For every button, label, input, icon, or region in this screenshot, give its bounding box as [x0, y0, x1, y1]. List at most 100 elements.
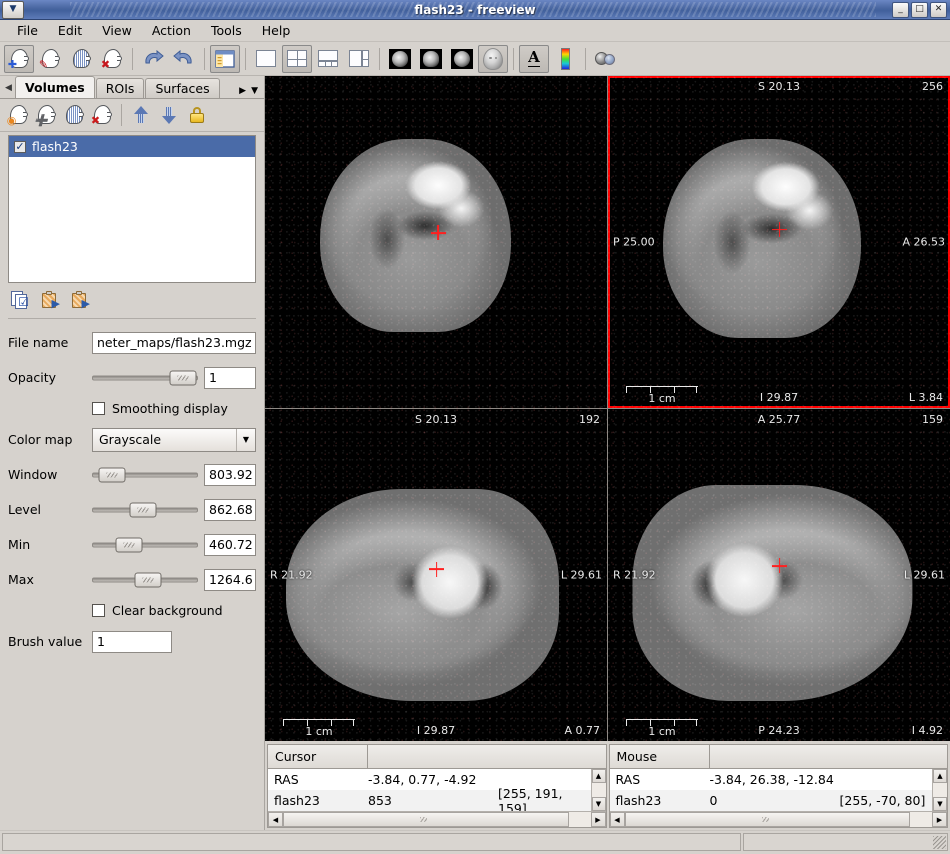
menu-edit[interactable]: Edit	[48, 21, 92, 40]
scroll-up-icon[interactable]: ▲	[933, 769, 947, 783]
redo-button[interactable]	[169, 45, 199, 73]
brush-value-input[interactable]: 1	[92, 631, 172, 653]
scroll-down-icon[interactable]: ▼	[933, 797, 947, 811]
layout-1x3-button[interactable]	[313, 45, 343, 73]
roi-edit-tool-button[interactable]: ✖	[97, 45, 127, 73]
tab-surfaces[interactable]: Surfaces	[145, 78, 219, 98]
view-3d-button[interactable]	[478, 45, 508, 73]
scroll-track[interactable]	[625, 812, 933, 827]
maximize-button[interactable]: □	[911, 2, 928, 18]
clear-background-row[interactable]: Clear background	[8, 597, 256, 624]
resize-grip-icon[interactable]	[933, 836, 946, 849]
scroll-down-icon[interactable]: ▼	[592, 797, 606, 811]
scroll-right-icon[interactable]: ▶	[591, 812, 606, 827]
mouse-info-vscrollbar[interactable]: ▲ ▼	[932, 769, 947, 811]
view-coronal-top-left[interactable]	[265, 76, 607, 408]
level-slider[interactable]	[92, 500, 198, 520]
menu-action[interactable]: Action	[142, 21, 201, 40]
status-secondary	[743, 833, 948, 851]
undo-button[interactable]	[138, 45, 168, 73]
recon-edit-tool-button[interactable]	[66, 45, 96, 73]
paste-button[interactable]: ▶	[68, 288, 92, 312]
chevron-right-icon[interactable]: ▶	[239, 86, 246, 96]
scroll-left-icon[interactable]: ◀	[268, 812, 283, 827]
min-slider[interactable]	[92, 535, 198, 555]
max-row: Max 1264.6	[8, 562, 256, 597]
close-volume-button[interactable]: ✖	[89, 102, 115, 128]
move-layer-down-button[interactable]	[156, 102, 182, 128]
layer-list[interactable]: ✓ flash23	[8, 135, 256, 283]
select-all-button[interactable]: ☑	[8, 288, 32, 312]
layout-2x2-button[interactable]	[282, 45, 312, 73]
opacity-slider[interactable]	[92, 368, 198, 388]
scroll-track[interactable]	[283, 812, 591, 827]
min-slider-thumb[interactable]	[116, 537, 143, 552]
window-value-input[interactable]: 803.92	[204, 464, 256, 486]
mouse-info-panel: Mouse RAS -3.84, 26.38, -12.84 flash23	[609, 744, 949, 828]
table-row[interactable]: RAS -3.84, 26.38, -12.84	[610, 769, 933, 790]
clear-background-checkbox[interactable]	[92, 604, 105, 617]
new-volume-button[interactable]: ➕	[33, 102, 59, 128]
cursor-info-vscrollbar[interactable]: ▲ ▼	[591, 769, 606, 811]
level-slider-thumb[interactable]	[129, 502, 156, 517]
max-slider-thumb[interactable]	[135, 572, 162, 587]
scroll-track[interactable]	[933, 783, 947, 797]
tab-rois[interactable]: ROIs	[96, 78, 145, 98]
navigate-tool-button[interactable]: ✚	[4, 45, 34, 73]
view-coronal-top-right[interactable]: S 20.13 256 P 25.00 A 26.53 I 29.87 L 3.…	[608, 76, 950, 408]
tab-volumes-label: Volumes	[25, 80, 85, 95]
scroll-thumb[interactable]	[625, 812, 911, 827]
window-menu-icon[interactable]: ▼	[2, 1, 24, 19]
layout-1x1-button[interactable]	[251, 45, 281, 73]
file-name-input[interactable]: neter_maps/flash23.mgz	[92, 332, 256, 354]
menu-help[interactable]: Help	[252, 21, 301, 40]
layer-visibility-checkbox[interactable]: ✓	[14, 141, 26, 153]
window-slider-thumb[interactable]	[99, 467, 126, 482]
lock-layer-button[interactable]	[184, 102, 210, 128]
scroll-up-icon[interactable]: ▲	[592, 769, 606, 783]
screenshot-button[interactable]	[591, 45, 621, 73]
max-slider[interactable]	[92, 570, 198, 590]
mouse-info-hscrollbar[interactable]: ◀ ▶	[610, 811, 948, 827]
window-slider[interactable]	[92, 465, 198, 485]
chevron-left-icon[interactable]: ◀	[2, 78, 15, 98]
table-row[interactable]: flash23 853 [255, 191, 159]	[268, 790, 591, 811]
layout-1x3h-button[interactable]	[344, 45, 374, 73]
table-row[interactable]: flash23 0 [255, -70, 80]	[610, 790, 933, 811]
scroll-right-icon[interactable]: ▶	[932, 812, 947, 827]
opacity-slider-thumb[interactable]	[170, 370, 197, 385]
smoothing-checkbox[interactable]	[92, 402, 105, 415]
view-axial-button[interactable]	[447, 45, 477, 73]
colormap-select[interactable]: Grayscale ▼	[92, 428, 256, 452]
load-volume-button[interactable]: ◉	[5, 102, 31, 128]
view-sagittal-bottom-left[interactable]: S 20.13 192 R 21.92 L 29.61 I 29.87 A 0.…	[265, 409, 607, 741]
move-layer-up-button[interactable]	[128, 102, 154, 128]
level-value-input[interactable]: 862.68	[204, 499, 256, 521]
opacity-value-input[interactable]: 1	[204, 367, 256, 389]
scroll-left-icon[interactable]: ◀	[610, 812, 625, 827]
scroll-track[interactable]	[592, 783, 606, 797]
menu-file[interactable]: File	[7, 21, 48, 40]
close-button[interactable]: ✕	[930, 2, 947, 18]
chevron-down-icon[interactable]: ▼	[236, 429, 255, 451]
view-axial-bottom-right[interactable]: A 25.77 159 R 21.92 L 29.61 P 24.23 I 4.…	[608, 409, 950, 741]
menu-view[interactable]: View	[92, 21, 142, 40]
chevron-down-icon[interactable]: ▼	[251, 86, 258, 96]
menu-tools[interactable]: Tools	[201, 21, 252, 40]
max-value-input[interactable]: 1264.6	[204, 569, 256, 591]
view-coronal-button[interactable]	[416, 45, 446, 73]
list-item[interactable]: ✓ flash23	[9, 136, 255, 157]
scroll-thumb[interactable]	[283, 812, 569, 827]
copy-button[interactable]: ▶	[38, 288, 62, 312]
tab-volumes[interactable]: Volumes	[15, 76, 95, 98]
smoothing-row[interactable]: Smoothing display	[8, 395, 256, 422]
colorscale-button[interactable]	[550, 45, 580, 73]
view-sagittal-button[interactable]	[385, 45, 415, 73]
save-volume-button[interactable]	[61, 102, 87, 128]
cursor-info-hscrollbar[interactable]: ◀ ▶	[268, 811, 606, 827]
annotation-button[interactable]: A	[519, 45, 549, 73]
minimize-button[interactable]: _	[892, 2, 909, 18]
voxel-edit-tool-button[interactable]: ✎	[35, 45, 65, 73]
min-value-input[interactable]: 460.72	[204, 534, 256, 556]
toggle-panel-button[interactable]	[210, 45, 240, 73]
